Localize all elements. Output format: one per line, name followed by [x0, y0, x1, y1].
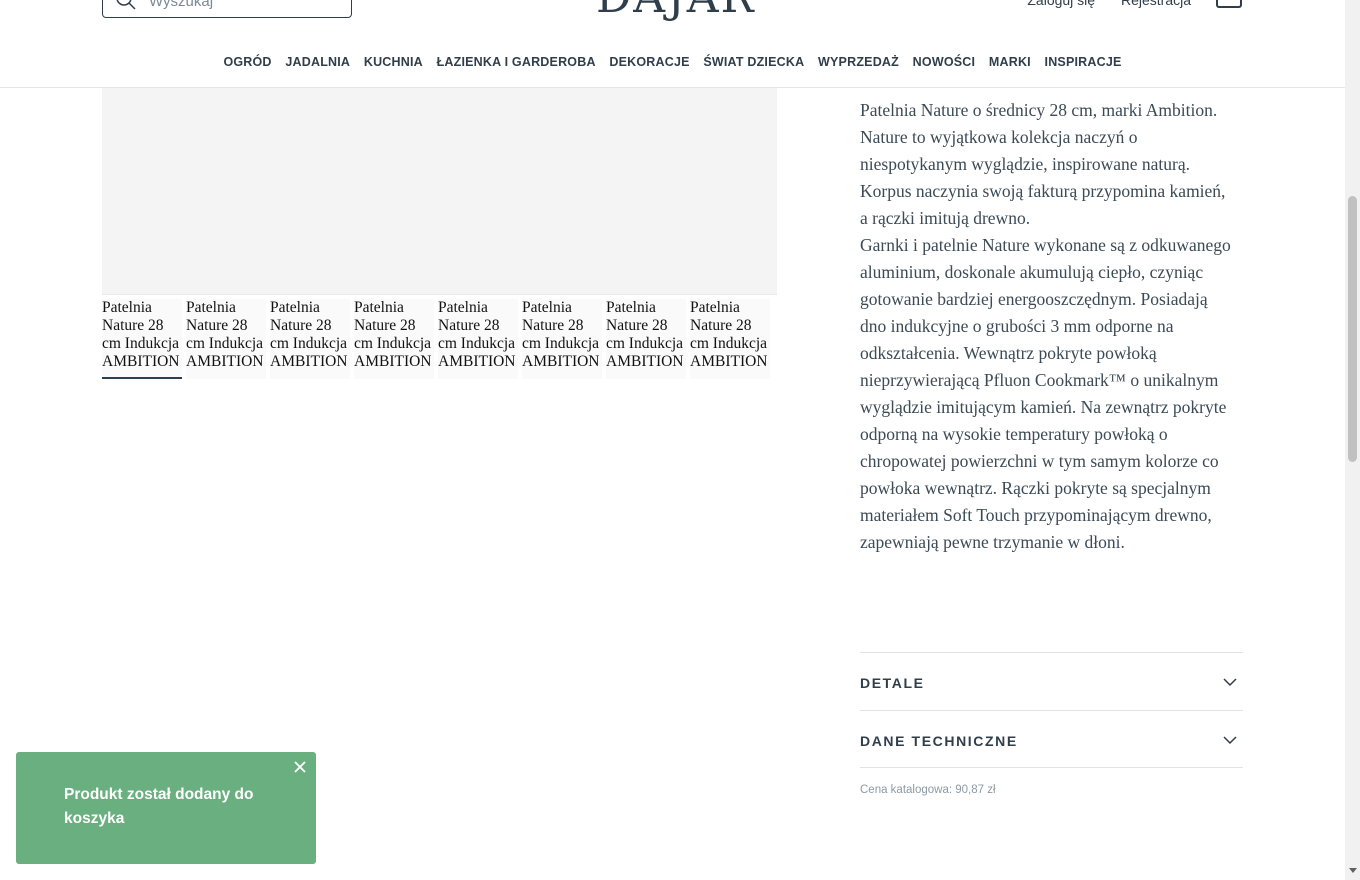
nav-item-swiat-dziecka[interactable]: ŚWIAT DZIECKA	[703, 55, 804, 69]
product-description: Patelnia Nature o średnicy 28 cm, marki …	[860, 97, 1232, 556]
nav-item-wyprzedaz[interactable]: WYPRZEDAŻ	[818, 55, 899, 69]
catalog-price: Cena katalogowa: 90,87 zł	[860, 784, 996, 796]
search-input[interactable]: Wyszukaj	[102, 0, 352, 18]
thumbnail[interactable]: Patelnia Nature 28 cm Indukcja AMBITION	[522, 299, 602, 379]
details-accordion[interactable]: DETALE	[860, 652, 1243, 710]
thumbnail[interactable]: Patelnia Nature 28 cm Indukcja AMBITION	[102, 299, 182, 379]
nav-item-inspiracje[interactable]: INSPIRACJE	[1045, 55, 1122, 69]
thumbnail[interactable]: Patelnia Nature 28 cm Indukcja AMBITION	[438, 299, 518, 379]
cart-icon[interactable]	[1216, 0, 1242, 8]
nav-item-jadalnia[interactable]: JADALNIA	[285, 55, 350, 69]
nav-item-nowosci[interactable]: NOWOŚCI	[913, 55, 976, 69]
nav-item-lazienka[interactable]: ŁAZIENKA I GARDEROBA	[437, 55, 596, 69]
nav-item-dekoracje[interactable]: DEKORACJE	[609, 55, 689, 69]
thumbnail-strip: Patelnia Nature 28 cm Indukcja AMBITION …	[102, 299, 777, 379]
thumbnail[interactable]: Patelnia Nature 28 cm Indukcja AMBITION	[186, 299, 266, 379]
description-paragraph: Nature to wyjątkowa kolekcja naczyń o ni…	[860, 127, 1226, 228]
technical-data-accordion-label: DANE TECHNICZNE	[860, 733, 1018, 749]
description-paragraph: Garnki i patelnie Nature wykonane są z o…	[860, 235, 1231, 552]
nav-item-kuchnia[interactable]: KUCHNIA	[364, 55, 423, 69]
scrollbar-thumb[interactable]	[1348, 196, 1357, 462]
toast-message: Produkt został dodany do koszyka	[64, 786, 254, 827]
cart-toast: Produkt został dodany do koszyka	[16, 752, 316, 864]
site-logo[interactable]: DAJAR	[596, 0, 756, 23]
register-link[interactable]: Rejestracja	[1121, 0, 1191, 8]
nav-item-marki[interactable]: MARKI	[989, 55, 1031, 69]
thumbnail[interactable]: Patelnia Nature 28 cm Indukcja AMBITION	[270, 299, 350, 379]
page-scrollbar[interactable]	[1345, 0, 1360, 880]
thumbnail[interactable]: Patelnia Nature 28 cm Indukcja AMBITION	[690, 299, 770, 379]
site-header: Wyszukaj DAJAR Zaloguj się Rejestracja O…	[0, 0, 1345, 88]
search-placeholder: Wyszukaj	[149, 0, 214, 10]
close-icon[interactable]	[293, 760, 307, 774]
thumbnail[interactable]: Patelnia Nature 28 cm Indukcja AMBITION	[606, 299, 686, 379]
product-main-image[interactable]	[102, 88, 777, 295]
technical-data-accordion[interactable]: DANE TECHNICZNE	[860, 710, 1243, 768]
thumbnail[interactable]: Patelnia Nature 28 cm Indukcja AMBITION	[354, 299, 434, 379]
search-icon	[116, 0, 136, 10]
chevron-down-icon	[1223, 736, 1237, 745]
account-links: Zaloguj się Rejestracja	[1005, 0, 1191, 8]
nav-item-ogrod[interactable]: OGRÓD	[223, 55, 271, 69]
main-nav: OGRÓD JADALNIA KUCHNIA ŁAZIENKA I GARDER…	[0, 55, 1345, 69]
description-paragraph: Patelnia Nature o średnicy 28 cm, marki …	[860, 100, 1218, 120]
login-link[interactable]: Zaloguj się	[1027, 0, 1095, 8]
scroll-down-arrow-icon[interactable]	[1349, 868, 1357, 873]
details-accordion-label: DETALE	[860, 675, 925, 691]
chevron-down-icon	[1223, 678, 1237, 687]
